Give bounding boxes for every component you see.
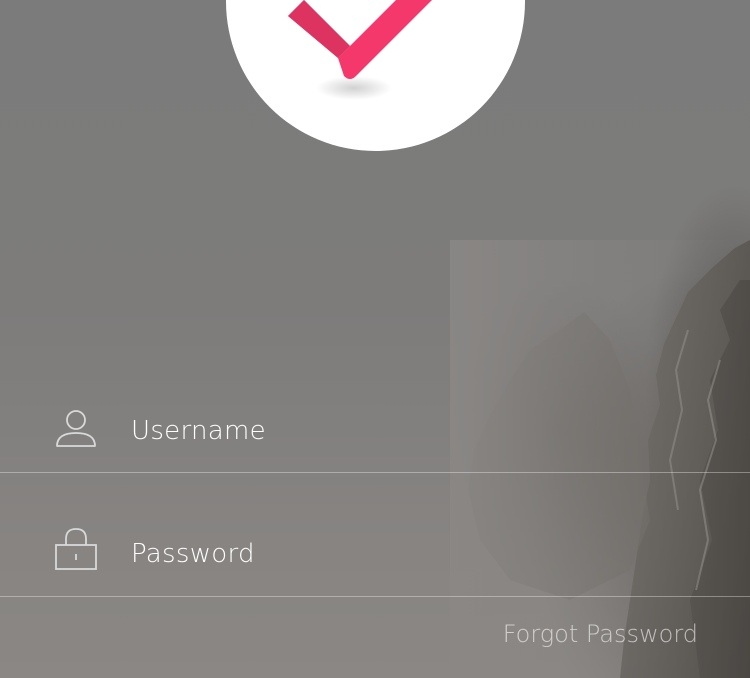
password-divider [0, 596, 750, 597]
app-logo [226, 0, 525, 151]
lock-icon [55, 528, 97, 570]
username-field[interactable]: Username [0, 370, 750, 492]
forgot-password-link[interactable]: Forgot Password [503, 620, 698, 648]
checkmark-icon [288, 0, 432, 100]
username-divider [0, 472, 750, 473]
username-input[interactable]: Username [131, 416, 266, 446]
user-icon [56, 410, 96, 447]
password-input[interactable]: Password [131, 539, 255, 569]
